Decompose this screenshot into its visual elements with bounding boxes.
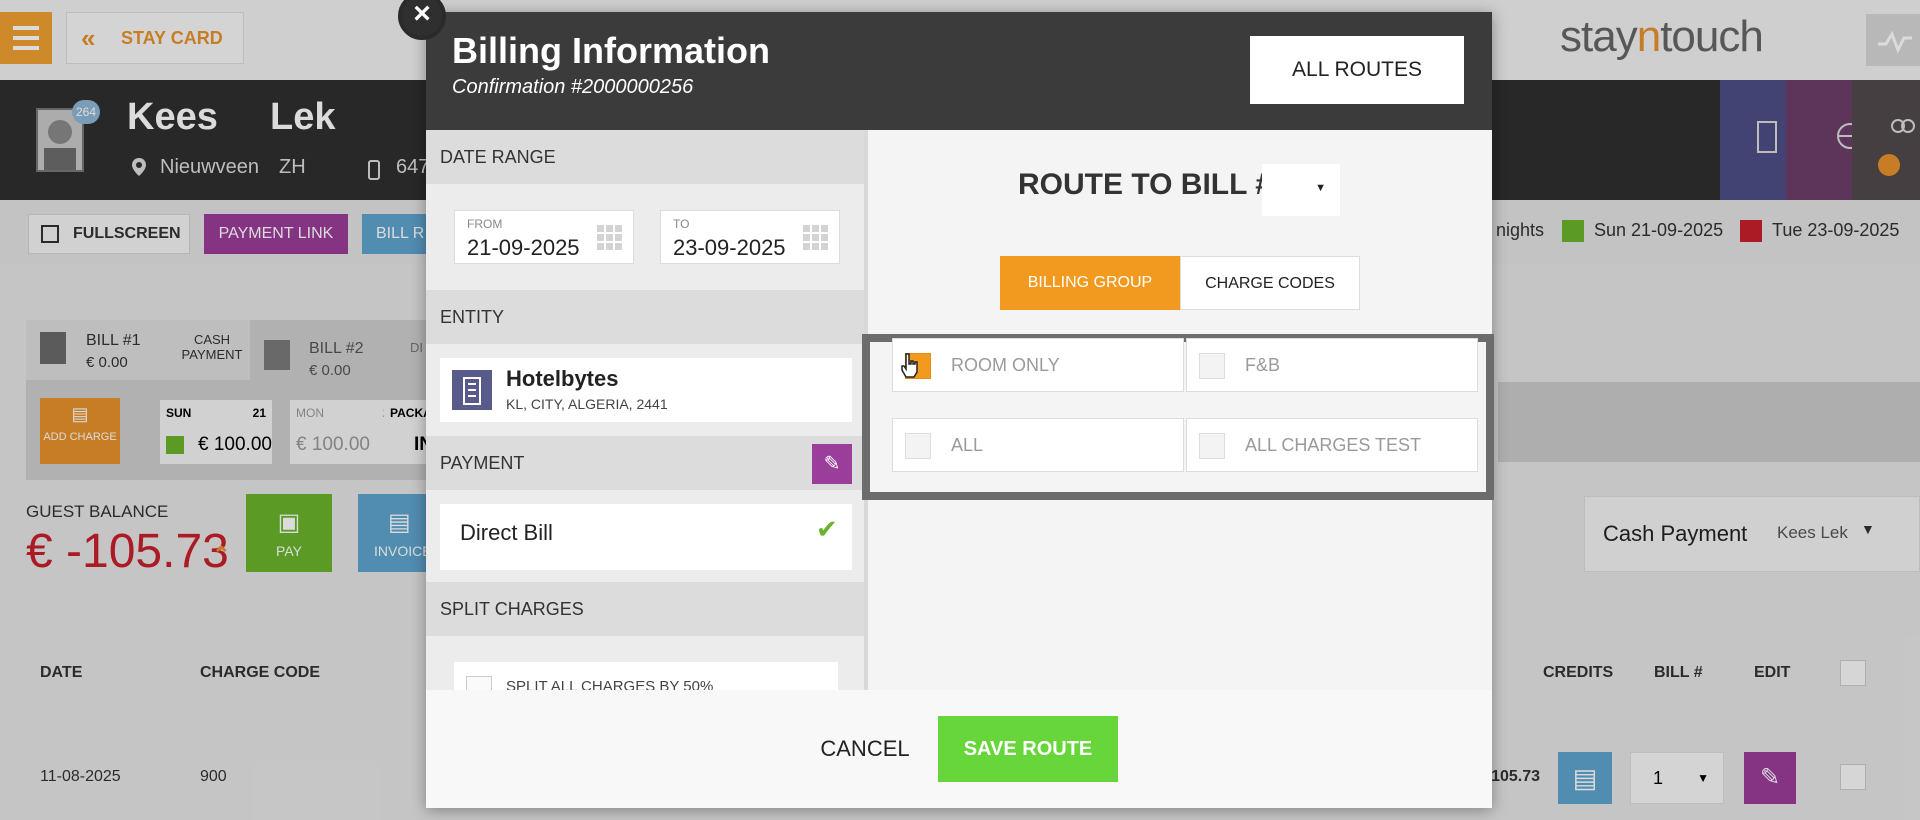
split-charges-header: SPLIT CHARGES xyxy=(426,582,864,636)
split-checkbox[interactable] xyxy=(466,676,492,690)
calendar-icon xyxy=(803,225,828,250)
payment-method: Direct Bill xyxy=(460,520,553,545)
chevron-down-icon: ▼ xyxy=(1315,182,1326,194)
option-room-only[interactable]: ROOM ONLY xyxy=(892,338,1184,392)
hand-pointer-icon xyxy=(901,353,918,378)
tab-billing-group[interactable]: BILLING GROUP xyxy=(1000,256,1180,310)
entity-name: Hotelbytes xyxy=(506,366,619,391)
checkbox[interactable] xyxy=(1199,433,1225,459)
entity-header: ENTITY xyxy=(426,290,864,344)
entity-card[interactable] xyxy=(440,358,852,422)
entity-address: KL, CITY, ALGERIA, 2441 xyxy=(506,396,668,412)
tab-charge-codes[interactable]: CHARGE CODES xyxy=(1180,256,1360,310)
bill-number-select[interactable]: ▼ xyxy=(1262,164,1340,216)
checkbox[interactable] xyxy=(1199,353,1225,379)
checkmark-icon: ✔ xyxy=(816,514,838,544)
payment-header: PAYMENT xyxy=(426,436,864,490)
split-option-label: SPLIT ALL CHARGES BY 50% xyxy=(506,678,714,690)
modal-title: Billing Information xyxy=(452,30,770,71)
option-all[interactable]: ALL xyxy=(892,418,1184,472)
pencil-icon: ✎ xyxy=(823,453,841,475)
save-route-button[interactable]: SAVE ROUTE xyxy=(938,716,1118,782)
to-date-field[interactable]: TO 23-09-2025 xyxy=(660,210,840,264)
edit-payment-button[interactable]: ✎ xyxy=(812,444,852,484)
date-range-header: DATE RANGE xyxy=(426,130,864,184)
cancel-button[interactable]: CANCEL xyxy=(810,716,920,782)
building-icon xyxy=(452,370,492,410)
calendar-icon xyxy=(597,225,622,250)
route-to-bill-label: ROUTE TO BILL # xyxy=(1018,168,1272,201)
checkbox[interactable] xyxy=(905,433,931,459)
all-routes-button[interactable]: ALL ROUTES xyxy=(1250,36,1464,104)
from-date-field[interactable]: FROM 21-09-2025 xyxy=(454,210,634,264)
option-f-and-b[interactable]: F&B xyxy=(1186,338,1478,392)
confirmation-number: Confirmation #2000000256 xyxy=(452,76,694,98)
option-all-charges-test[interactable]: ALL CHARGES TEST xyxy=(1186,418,1478,472)
